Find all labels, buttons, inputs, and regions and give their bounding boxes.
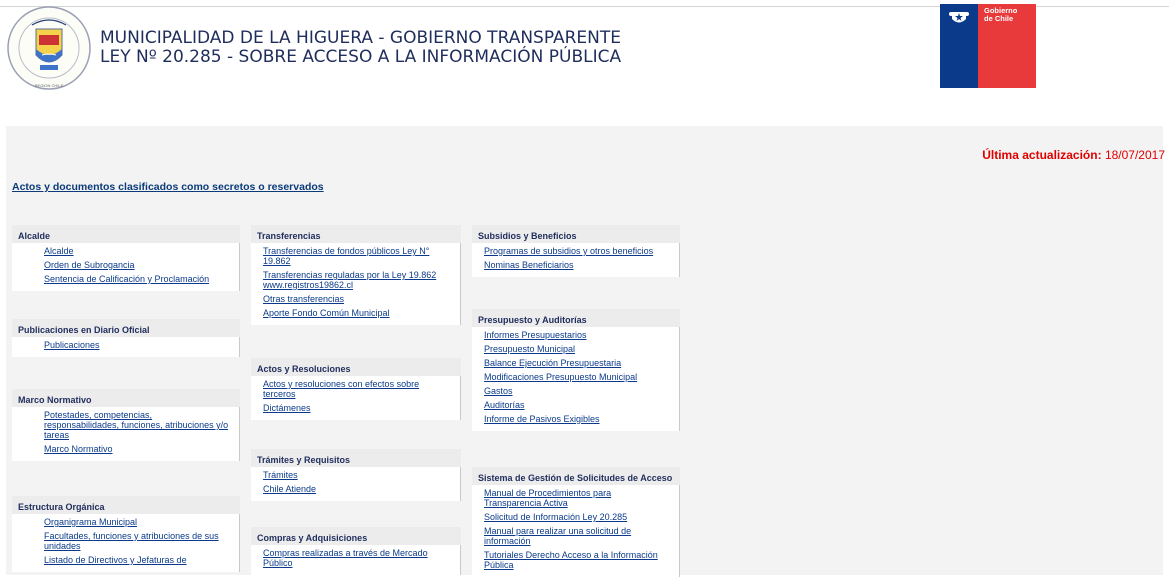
section-link[interactable]: Actos y resoluciones con efectos sobre t… xyxy=(263,378,443,402)
section-link[interactable]: Otras transferencias xyxy=(263,293,460,307)
section-link[interactable]: Nominas Beneficiarios xyxy=(484,259,679,273)
section-link[interactable]: Chile Atiende xyxy=(263,483,460,497)
section-title: Actos y Resoluciones xyxy=(251,358,461,376)
section-title: Alcalde xyxy=(12,225,240,243)
section-compras-adquisiciones: Compras y Adquisiciones Compras realizad… xyxy=(251,527,461,575)
section-link[interactable]: Tutoriales Derecho Acceso a la Informaci… xyxy=(484,549,674,573)
section-title: Estructura Orgánica xyxy=(12,496,240,514)
section-title: Publicaciones en Diario Oficial xyxy=(12,319,240,337)
section-link[interactable]: Aporte Fondo Común Municipal xyxy=(263,307,460,321)
section-estructura-organica: Estructura Orgánica Organigrama Municipa… xyxy=(12,496,240,572)
section-tramites-requisitos: Trámites y Requisitos Trámites Chile Ati… xyxy=(251,449,461,501)
section-link[interactable]: Orden de Subrogancia xyxy=(44,259,239,273)
section-link[interactable]: Listado de Directivos y Jefaturas de xyxy=(44,554,239,568)
section-subsidios-beneficios: Subsidios y Beneficios Programas de subs… xyxy=(472,225,680,277)
section-presupuesto-auditorias: Presupuesto y Auditorías Informes Presup… xyxy=(472,309,680,431)
section-title: Trámites y Requisitos xyxy=(251,449,461,467)
section-link[interactable]: Presupuesto Municipal xyxy=(484,343,679,357)
section-title: Subsidios y Beneficios xyxy=(472,225,680,243)
section-link[interactable]: Informes Presupuestarios xyxy=(484,329,679,343)
section-link[interactable]: Programas de subsidios y otros beneficio… xyxy=(484,245,679,259)
section-link[interactable]: Transferencias reguladas por la Ley 19.8… xyxy=(263,269,448,293)
section-link[interactable]: Informe de Pasivos Exigibles xyxy=(484,413,679,427)
section-link[interactable]: Manual para realizar una solicitud de in… xyxy=(484,525,654,549)
section-link[interactable]: Marco Normativo xyxy=(44,443,239,457)
section-link[interactable]: Solicitud de Información Ley 20.285 xyxy=(484,511,679,525)
section-title: Compras y Adquisiciones xyxy=(251,527,461,545)
section-alcalde: Alcalde Alcalde Orden de Subrogancia Sen… xyxy=(12,225,240,291)
section-link[interactable]: Trámites xyxy=(263,469,460,483)
section-link[interactable]: Auditorías xyxy=(484,399,679,413)
section-link[interactable]: Gastos xyxy=(484,385,679,399)
chile-shield-icon xyxy=(949,12,969,23)
section-title: Marco Normativo xyxy=(12,389,240,407)
gobierno-de-chile-logo: Gobierno de Chile xyxy=(940,4,1036,88)
page-title-line2: LEY Nº 20.285 - SOBRE ACCESO A LA INFORM… xyxy=(100,47,622,67)
municipal-seal-logo: REGION CHILE xyxy=(7,6,91,90)
section-publicaciones: Publicaciones en Diario Oficial Publicac… xyxy=(12,319,240,357)
section-title: Sistema de Gestión de Solicitudes de Acc… xyxy=(472,467,680,485)
last-update-date: 18/07/2017 xyxy=(1104,148,1165,162)
section-link[interactable]: Potestades, competencias, responsabilida… xyxy=(44,409,229,443)
section-title: Presupuesto y Auditorías xyxy=(472,309,680,327)
section-sistema-gestion-solicitudes: Sistema de Gestión de Solicitudes de Acc… xyxy=(472,467,680,577)
section-link[interactable]: Manual de Procedimientos para Transparen… xyxy=(484,487,654,511)
page-title-line1: MUNICIPALIDAD DE LA HIGUERA - GOBIERNO T… xyxy=(100,28,622,48)
section-link[interactable]: Dictámenes xyxy=(263,402,460,416)
gobierno-de-chile-text: Gobierno de Chile xyxy=(984,6,1018,23)
section-actos-resoluciones: Actos y Resoluciones Actos y resolucione… xyxy=(251,358,461,420)
page-header: REGION CHILE MUNICIPALIDAD DE LA HIGUERA… xyxy=(0,0,1169,120)
last-update: Última actualización: 18/07/2017 xyxy=(982,148,1165,162)
section-link[interactable]: Sentencia de Calificación y Proclamación xyxy=(44,273,239,287)
last-update-label: Última actualización: xyxy=(982,148,1102,162)
section-link[interactable]: Alcalde xyxy=(44,245,239,259)
svg-text:REGION CHILE: REGION CHILE xyxy=(35,83,64,88)
section-transferencias: Transferencias Transferencias de fondos … xyxy=(251,225,461,325)
section-marco-normativo: Marco Normativo Potestades, competencias… xyxy=(12,389,240,461)
section-link[interactable]: Compras realizadas a través de Mercado P… xyxy=(263,547,443,571)
section-link[interactable]: Organigrama Municipal xyxy=(44,516,239,530)
section-link[interactable]: Balance Ejecución Presupuestaria xyxy=(484,357,679,371)
section-link[interactable]: Facultades, funciones y atribuciones de … xyxy=(44,530,234,554)
section-link[interactable]: Publicaciones xyxy=(44,339,239,353)
secret-documents-link[interactable]: Actos y documentos clasificados como sec… xyxy=(12,181,324,193)
section-link[interactable]: Modificaciones Presupuesto Municipal xyxy=(484,371,679,385)
section-title: Transferencias xyxy=(251,225,461,243)
page-title: MUNICIPALIDAD DE LA HIGUERA - GOBIERNO T… xyxy=(100,29,621,67)
section-link[interactable]: Transferencias de fondos públicos Ley N°… xyxy=(263,245,443,269)
